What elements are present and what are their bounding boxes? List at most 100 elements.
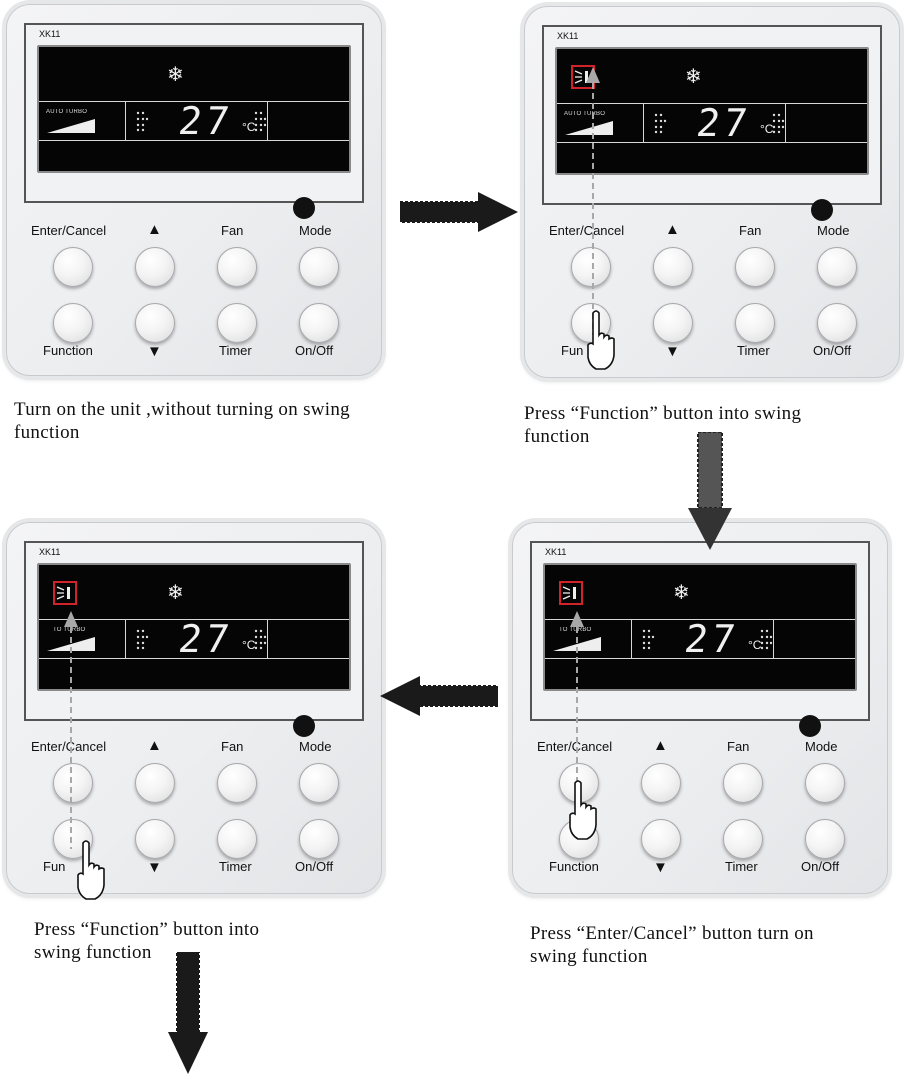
fan-dots-left-icon — [136, 629, 149, 650]
lcd-screen: ❄ AUTO TURBO 27 °C — [555, 47, 869, 175]
guide-line — [570, 611, 584, 789]
fan-button[interactable] — [217, 247, 257, 287]
controller-panel-3: XK11 ❄ TO TURBO 27 °C Enter/Cancel ▲ Fan… — [512, 522, 888, 894]
auto-turbo-label: TO TURBO — [559, 627, 592, 633]
fan-dots-right-icon — [254, 629, 267, 650]
timer-button[interactable] — [735, 303, 775, 343]
guide-line — [586, 67, 600, 335]
arrow-down-icon — [688, 432, 732, 550]
swing-icon — [53, 581, 77, 605]
fan-speed-ramp-icon — [47, 119, 95, 133]
mode-button[interactable] — [299, 763, 339, 803]
temperature-readout: 27 — [681, 617, 742, 661]
arrow-left-icon — [380, 676, 498, 716]
sensor-dot — [293, 715, 315, 737]
down-triangle-icon: ▼ — [665, 343, 680, 360]
on-off-button[interactable] — [299, 819, 339, 859]
fan-dots-right-icon — [772, 113, 785, 134]
fan-label: Fan — [727, 739, 750, 754]
down-triangle-icon: ▼ — [147, 859, 162, 876]
up-button[interactable] — [653, 247, 693, 287]
down-triangle-icon: ▼ — [653, 859, 668, 876]
timer-label: Timer — [219, 859, 252, 874]
fan-dots-left-icon — [642, 629, 655, 650]
enter-cancel-button[interactable] — [53, 247, 93, 287]
on-off-button[interactable] — [817, 303, 857, 343]
sensor-dot — [293, 197, 315, 219]
function-label: Function — [549, 859, 599, 874]
temperature-readout: 27 — [693, 101, 754, 145]
pointing-hand-icon — [569, 780, 597, 840]
auto-turbo-label: AUTO TURBO — [46, 109, 88, 115]
down-button[interactable] — [641, 819, 681, 859]
down-button[interactable] — [135, 819, 175, 859]
on-off-button[interactable] — [299, 303, 339, 343]
fan-label: Fan — [221, 223, 244, 238]
timer-button[interactable] — [217, 819, 257, 859]
lcd-screen: ❄ TO TURBO 27 °C — [37, 563, 351, 691]
arrow-right-icon — [400, 192, 518, 232]
controller-panel-2: XK11 ❄ AUTO TURBO 27 °C Enter/Cancel ▲ F… — [524, 6, 900, 378]
on-off-button[interactable] — [805, 819, 845, 859]
on-off-label: On/Off — [813, 343, 852, 358]
function-label: Function — [43, 343, 93, 358]
function-label: Fun — [561, 343, 584, 358]
pointing-hand-icon — [587, 310, 615, 370]
pointing-hand-icon — [77, 840, 105, 900]
timer-label: Timer — [725, 859, 758, 874]
fan-dots-left-icon — [136, 111, 149, 132]
arrow-down-icon — [168, 952, 208, 1074]
fan-dots-right-icon — [760, 629, 773, 650]
controller-panel-1: XK11 ❄ AUTO TURBO 27 °C Enter/Cancel ▲ F… — [6, 4, 382, 376]
snowflake-icon: ❄ — [673, 582, 690, 604]
swing-icon — [559, 581, 583, 605]
up-button[interactable] — [135, 763, 175, 803]
caption-step-3: Press “Enter/Cancel” button turn on swing… — [530, 923, 814, 967]
enter-cancel-label: Enter/Cancel — [31, 223, 107, 238]
lcd-screen: ❄ TO TURBO 27 °C — [543, 563, 857, 691]
caption-step-2: Press “Function” button into swing funct… — [524, 403, 802, 447]
fan-button[interactable] — [735, 247, 775, 287]
snowflake-icon: ❄ — [167, 64, 184, 86]
snowflake-icon: ❄ — [167, 582, 184, 604]
temperature-readout: 27 — [175, 99, 236, 143]
model-label: XK11 — [39, 29, 61, 39]
on-off-label: On/Off — [295, 859, 334, 874]
down-button[interactable] — [135, 303, 175, 343]
mode-button[interactable] — [805, 763, 845, 803]
mode-button[interactable] — [817, 247, 857, 287]
controller-panel-4: XK11 ❄ TO TURBO 27 °C Enter/Cancel ▲ Fan… — [6, 522, 382, 900]
mode-label: Mode — [299, 223, 332, 238]
up-triangle-icon: ▲ — [665, 221, 680, 238]
auto-turbo-label: TO TURBO — [53, 627, 86, 633]
up-button[interactable] — [135, 247, 175, 287]
model-label: XK11 — [39, 547, 61, 557]
mode-label: Mode — [805, 739, 838, 754]
timer-label: Timer — [219, 343, 252, 358]
timer-button[interactable] — [217, 303, 257, 343]
down-triangle-icon: ▼ — [147, 343, 162, 360]
fan-label: Fan — [221, 739, 244, 754]
up-button[interactable] — [641, 763, 681, 803]
fan-dots-right-icon — [254, 111, 267, 132]
on-off-label: On/Off — [295, 343, 334, 358]
on-off-label: On/Off — [801, 859, 840, 874]
timer-button[interactable] — [723, 819, 763, 859]
mode-label: Mode — [299, 739, 332, 754]
up-triangle-icon: ▲ — [147, 221, 162, 238]
down-button[interactable] — [653, 303, 693, 343]
fan-button[interactable] — [217, 763, 257, 803]
caption-step-4: Press “Function” button into swing functi… — [34, 919, 260, 963]
guide-line — [64, 611, 78, 849]
temperature-readout: 27 — [175, 617, 236, 661]
function-label: Fun — [43, 859, 66, 874]
fan-label: Fan — [739, 223, 762, 238]
fan-button[interactable] — [723, 763, 763, 803]
function-button[interactable] — [53, 303, 93, 343]
lcd-screen: ❄ AUTO TURBO 27 °C — [37, 45, 351, 173]
fan-dots-left-icon — [654, 113, 667, 134]
up-triangle-icon: ▲ — [147, 737, 162, 754]
model-label: XK11 — [557, 31, 579, 41]
mode-button[interactable] — [299, 247, 339, 287]
model-label: XK11 — [545, 547, 567, 557]
